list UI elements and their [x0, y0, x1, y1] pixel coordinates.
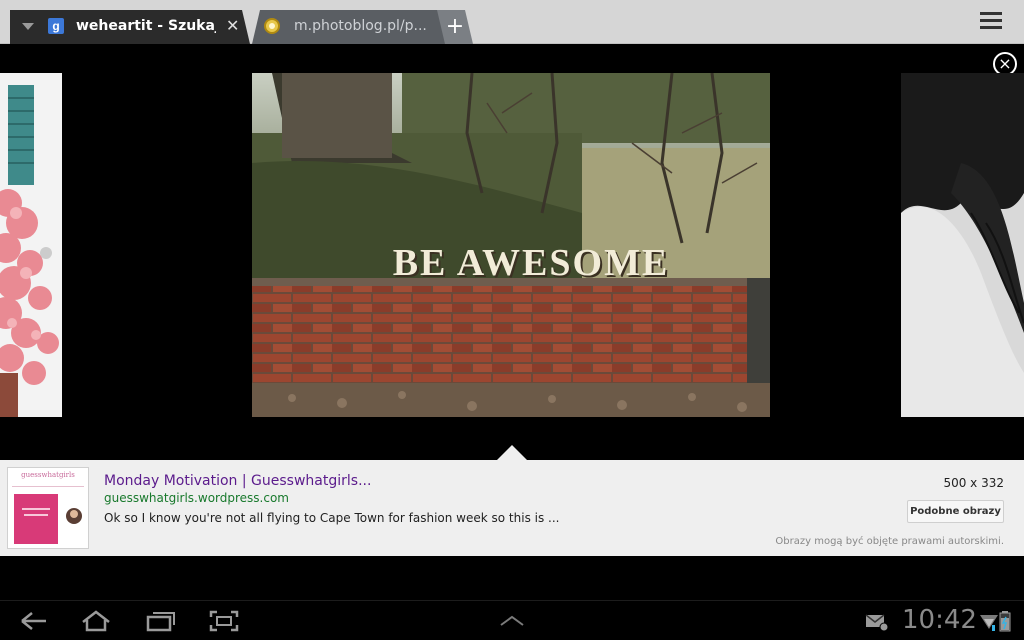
house-flowers-picture [0, 73, 62, 417]
result-snippet: Ok so I know you're not all flying to Ca… [104, 511, 560, 525]
tab-photoblog[interactable]: m.photoblog.pl/p... [252, 10, 447, 44]
previous-image[interactable] [0, 73, 62, 417]
back-icon[interactable] [18, 609, 50, 633]
tab-dropdown-icon[interactable] [22, 23, 34, 30]
recent-apps-icon[interactable] [145, 609, 177, 633]
thumb-logo: guesswhatgirls [21, 471, 75, 479]
battery-icon[interactable] [998, 609, 1012, 633]
google-icon: g [48, 18, 64, 34]
image-dimensions: 500 x 332 [943, 476, 1004, 490]
system-navigation-bar: 10:42 [0, 600, 1024, 640]
next-image[interactable] [901, 73, 1024, 417]
result-title-link[interactable]: Monday Motivation | Guesswhatgirls... [104, 473, 371, 489]
photoblog-icon [264, 18, 280, 34]
menu-icon[interactable] [980, 12, 1006, 34]
chevron-up-icon[interactable] [496, 609, 528, 633]
thumbnail-picture: guesswhatgirls [8, 468, 88, 548]
notification-mail-icon[interactable] [864, 609, 890, 633]
copyright-notice: Obrazy mogą być objęte prawami autorskim… [775, 536, 1004, 547]
similar-images-button[interactable]: Podobne obrazy [907, 500, 1004, 523]
panel-pointer [496, 445, 528, 461]
tab-close-icon[interactable]: ✕ [226, 16, 239, 36]
portrait-picture [901, 73, 1024, 417]
tab-weheartit[interactable]: g weheartit - Szukaj... ✕ [10, 10, 250, 44]
result-url[interactable]: guesswhatgirls.wordpress.com [104, 491, 289, 505]
image-caption: BE AWESOME [392, 242, 670, 284]
result-thumbnail[interactable]: guesswhatgirls [7, 467, 89, 549]
image-info-panel: guesswhatgirls Monday Motivation | Guess… [0, 460, 1024, 556]
system-clock[interactable]: 10:42 [902, 605, 977, 635]
screenshot-icon[interactable] [208, 609, 240, 633]
tab-title: m.photoblog.pl/p... [294, 18, 427, 34]
image-viewer: × BE AWESOME [0, 45, 1024, 461]
browser-tabstrip: g weheartit - Szukaj... ✕ m.photoblog.pl… [0, 0, 1024, 44]
home-icon[interactable] [80, 609, 112, 633]
main-image[interactable]: BE AWESOME [252, 73, 770, 417]
tab-title: weheartit - Szukaj... [76, 18, 216, 34]
wifi-signal-icon[interactable] [978, 609, 1000, 633]
